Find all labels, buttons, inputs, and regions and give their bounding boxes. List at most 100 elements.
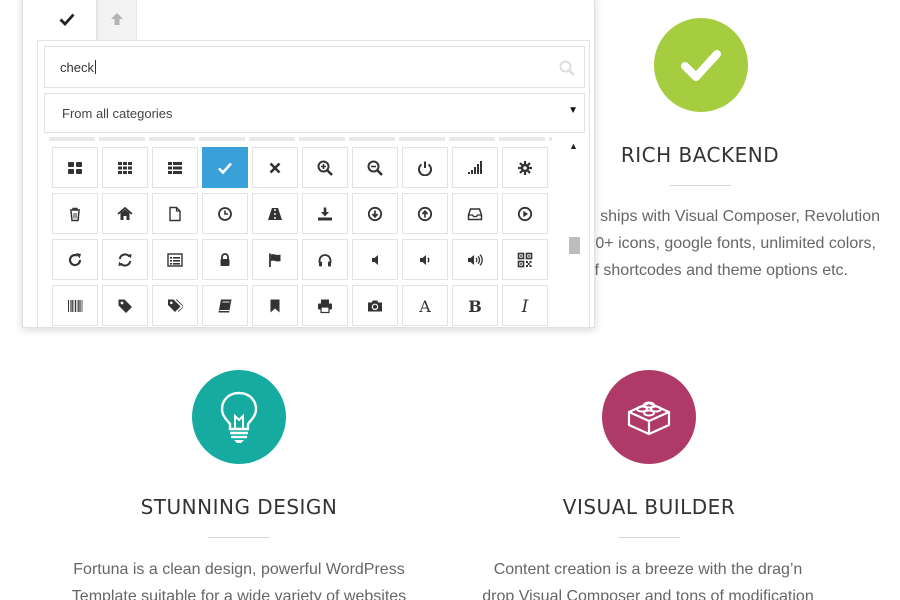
icon-option-road[interactable] [252,193,298,234]
camera-icon [368,300,382,311]
icon-option-th[interactable] [102,147,148,188]
text-caret [94,60,96,74]
icon-option-trash[interactable] [52,193,98,234]
icon-picker-tabs [37,0,137,41]
rich-backend-title: RICH BACKEND [620,143,780,167]
play-circle-icon [517,206,533,221]
lightbulb-icon [220,391,258,443]
icon-option-th-large[interactable] [52,147,98,188]
icon-option-volume-down[interactable] [402,239,448,280]
icon-option-repeat[interactable] [52,239,98,280]
icon-option-signal[interactable] [452,147,498,188]
list-alt-icon [167,252,183,267]
category-select-value: From all categories [62,106,173,121]
road-icon [268,207,282,220]
selected-icon-preview-tab[interactable] [37,0,97,41]
headphones-icon [318,253,332,266]
icon-option-arrow-circle-up[interactable] [402,193,448,234]
times-icon [269,162,281,173]
collapse-picker-tab[interactable] [97,0,137,41]
signal-icon [468,160,482,174]
icon-option-search-minus[interactable] [352,147,398,188]
volume-off-icon [372,254,378,265]
cog-icon [518,160,532,175]
arrow-circle-down-icon [367,206,383,221]
th-icon [118,161,132,174]
check-icon [218,162,232,174]
qrcode-icon [517,252,533,267]
icon-option-bookmark[interactable] [252,285,298,326]
volume-down-icon [420,254,430,265]
icon-option-volume-off[interactable] [352,239,398,280]
icon-grid: ABI [52,147,548,326]
icon-option-arrow-circle-down[interactable] [352,193,398,234]
dropdown-arrow-icon: ▼ [568,105,578,116]
icon-option-qrcode[interactable] [502,239,548,280]
home-icon [117,206,133,220]
file-icon [169,206,181,221]
visual-builder-title: VISUAL BUILDER [562,495,736,519]
scrollbar-thumb[interactable] [569,237,580,254]
icon-option-bold[interactable]: B [452,285,498,326]
icon-option-clock[interactable] [202,193,248,234]
icon-option-play-circle[interactable] [502,193,548,234]
icon-search-input[interactable]: check [44,46,585,88]
inbox-icon [467,207,483,220]
icon-option-times[interactable] [252,147,298,188]
stunning-design-text-line-2: Template suitable for a wide variety of … [71,588,407,600]
icon-option-th-list[interactable] [152,147,198,188]
icon-option-flag[interactable] [252,239,298,280]
icon-option-book[interactable] [202,285,248,326]
icon-search-value: check [60,60,96,75]
check-icon [681,50,721,81]
icon-option-check[interactable] [202,147,248,188]
icon-option-search-plus[interactable] [302,147,348,188]
bookmark-icon [270,299,280,312]
visual-builder-icon-circle [602,370,696,464]
font-icon: A [418,298,431,314]
icon-option-barcode[interactable] [52,285,98,326]
icon-option-volume-up[interactable] [452,239,498,280]
search-minus-icon [367,160,383,176]
print-icon [318,299,332,313]
icon-option-refresh[interactable] [102,239,148,280]
icon-option-lock[interactable] [202,239,248,280]
icon-option-font[interactable]: A [402,285,448,326]
power-off-icon [418,161,432,176]
icon-option-list-alt[interactable] [152,239,198,280]
bold-icon: B [468,298,482,314]
scroll-up-arrow-icon[interactable]: ▲ [569,141,578,151]
search-plus-icon [317,160,333,176]
icon-option-tags[interactable] [152,285,198,326]
visual-builder-text-line-1: Content creation is a breeze with the dr… [493,561,803,578]
icon-option-download[interactable] [302,193,348,234]
icon-option-inbox[interactable] [452,193,498,234]
refresh-icon [118,252,132,267]
icon-option-cog[interactable] [502,147,548,188]
icon-option-headphones[interactable] [302,239,348,280]
icon-option-power-off[interactable] [402,147,448,188]
icon-option-italic[interactable]: I [502,285,548,326]
stunning-design-icon-circle [192,370,286,464]
icon-option-camera[interactable] [352,285,398,326]
icon-grid-viewport: ABI [44,137,564,327]
category-select[interactable]: From all categories ▼ [44,93,585,133]
flag-icon [269,253,281,267]
arrow-circle-up-icon [417,206,433,221]
search-icon[interactable] [559,60,575,76]
previous-row-edge [49,137,552,141]
book-icon [218,299,232,312]
icon-option-tag[interactable] [102,285,148,326]
th-list-icon [168,161,182,174]
visual-builder-divider [618,537,680,538]
italic-icon: I [521,298,529,314]
icon-option-home[interactable] [102,193,148,234]
icon-option-print[interactable] [302,285,348,326]
icon-option-file[interactable] [152,193,198,234]
trash-icon [70,207,80,221]
rich-backend-icon-circle [654,18,748,112]
lego-brick-icon [627,401,671,436]
repeat-icon [68,252,82,266]
icon-grid-scrollbar[interactable]: ▲ [566,137,582,327]
icon-picker-panel: check From all categories ▼ A B I ▲ [22,0,595,328]
